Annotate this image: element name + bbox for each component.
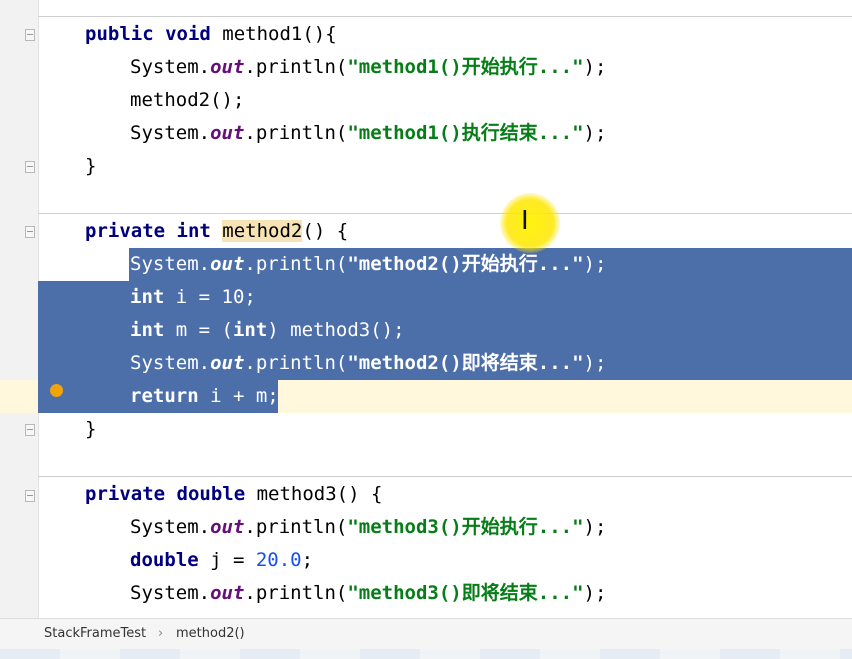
code-text: j = (198, 549, 256, 571)
code-text: m = ( (164, 319, 233, 341)
keyword: private double (85, 483, 246, 505)
code-line[interactable]: System.out.println("method3()开始执行..."); (0, 511, 852, 544)
static-field: out (210, 56, 245, 78)
code-line[interactable]: System.out.println("method1()执行结束..."); (0, 117, 852, 150)
code-text: .println( (244, 352, 348, 374)
static-field: out (210, 122, 245, 144)
code-line[interactable]: } (0, 413, 852, 446)
code-text: ); (583, 516, 607, 538)
closing-brace: } (85, 418, 97, 440)
code-line[interactable]: private int method2() { (0, 215, 852, 248)
static-field: out (210, 352, 245, 374)
method-separator (38, 16, 852, 17)
chevron-right-icon: › (158, 626, 164, 641)
keyword: return (130, 385, 199, 407)
code-line[interactable]: int m = (int) method3(); (0, 314, 852, 347)
code-line[interactable]: } (0, 150, 852, 183)
static-field: out (210, 253, 245, 275)
code-line[interactable]: System.out.println("method1()开始执行..."); (0, 51, 852, 84)
code-line[interactable]: int i = 10; (0, 281, 852, 314)
code-text: .println( (244, 56, 348, 78)
code-line[interactable]: System.out.println("method3()即将结束..."); (0, 577, 852, 610)
code-text: method2(); (130, 89, 245, 111)
breadcrumb-class[interactable]: StackFrameTest (44, 626, 146, 641)
text-cursor-icon: I (521, 206, 529, 236)
code-text: i + m; (198, 385, 279, 407)
code-text: () { (302, 220, 349, 242)
method-separator (38, 476, 852, 477)
static-field: out (210, 582, 245, 604)
code-text: .println( (244, 582, 348, 604)
code-line[interactable]: method2(); (0, 84, 852, 117)
keyword: double (130, 549, 199, 571)
code-text: ); (583, 56, 607, 78)
code-line[interactable]: System.out.println("method2()即将结束..."); (0, 347, 852, 380)
code-text: .println( (244, 122, 348, 144)
code-text: .println( (244, 253, 348, 275)
string-literal: "method1()开始执行..." (347, 56, 584, 78)
method-separator (38, 213, 852, 214)
method-name: method3() { (256, 483, 383, 505)
keyword: int (232, 319, 268, 341)
code-text: System. (130, 253, 211, 275)
keyword: private int (85, 220, 211, 242)
code-line[interactable]: double j = 20.0; (0, 544, 852, 577)
keyword: public void (85, 23, 211, 45)
code-line[interactable]: private double method3() { (0, 478, 852, 511)
keyword: int (130, 286, 165, 308)
cursor-highlight (500, 193, 560, 253)
method-name: method1(){ (222, 23, 337, 45)
code-text: i = 10; (164, 286, 256, 308)
code-text: System. (130, 56, 211, 78)
closing-brace: } (85, 155, 97, 177)
code-line[interactable]: System.out.println("method2()开始执行..."); (0, 248, 852, 281)
code-text: ; (301, 549, 314, 571)
string-literal: "method3()开始执行..." (347, 516, 584, 538)
code-line[interactable]: return i + m; (0, 380, 852, 413)
code-text: System. (130, 352, 211, 374)
breadcrumb-method[interactable]: method2() (176, 626, 245, 641)
string-literal: "method1()执行结束..." (347, 122, 584, 144)
method-name: method2 (222, 220, 303, 242)
code-text: .println( (244, 516, 348, 538)
code-line[interactable]: public void method1(){ (0, 18, 852, 51)
static-field: out (210, 516, 245, 538)
code-text: ) method3(); (267, 319, 405, 341)
code-text: ); (583, 352, 607, 374)
code-text: System. (130, 582, 211, 604)
code-text: ); (583, 582, 607, 604)
code-text: ); (583, 122, 607, 144)
code-text: System. (130, 516, 211, 538)
breadcrumb: StackFrameTest › method2() (0, 618, 852, 659)
code-text: System. (130, 122, 211, 144)
string-literal: "method2()即将结束..." (347, 352, 584, 374)
keyword: int (130, 319, 165, 341)
string-literal: "method3()即将结束..." (347, 582, 584, 604)
code-text: ); (583, 253, 607, 275)
string-literal: "method2()开始执行..." (347, 253, 584, 275)
number-literal: 20.0 (255, 549, 302, 571)
